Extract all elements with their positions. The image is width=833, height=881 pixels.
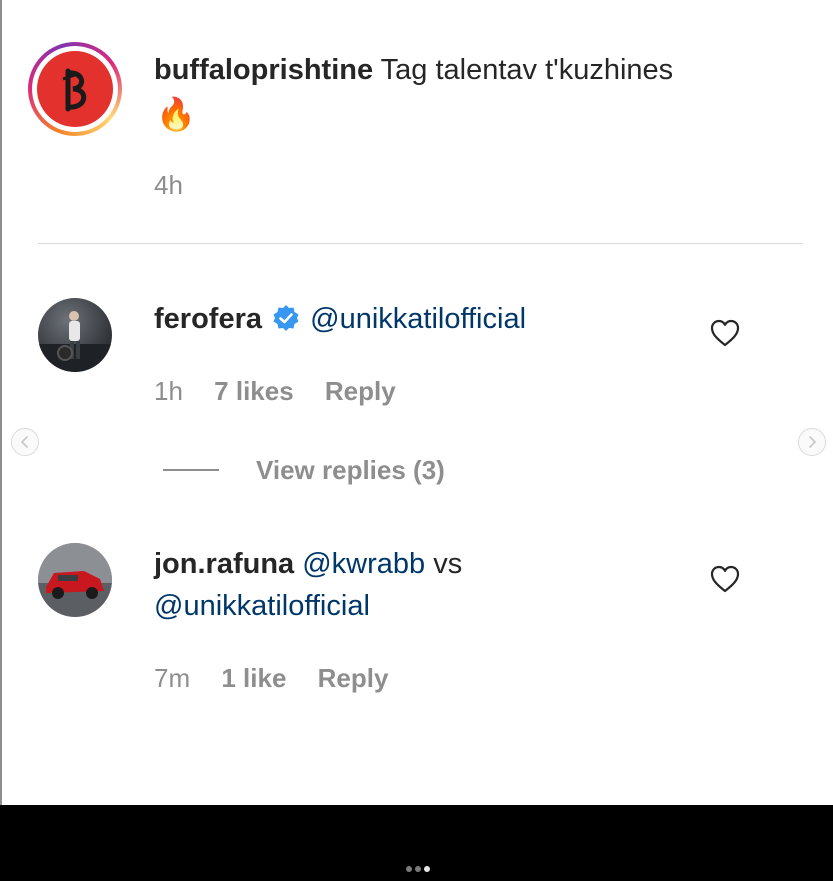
comment-1-timestamp: 1h bbox=[154, 376, 183, 406]
next-arrow-button[interactable] bbox=[798, 428, 826, 456]
carousel-dot-1[interactable] bbox=[406, 866, 412, 872]
comment-2-meta: 7m 1 like Reply bbox=[154, 663, 388, 694]
carousel-dot-2[interactable] bbox=[415, 866, 421, 872]
caption-username[interactable]: buffaloprishtine bbox=[154, 54, 373, 86]
jon-rafuna-avatar[interactable] bbox=[38, 543, 112, 617]
verified-badge-icon bbox=[272, 302, 300, 344]
comment-2-text: jon.rafuna @kwrabb vs @unikkatilofficial bbox=[154, 543, 714, 627]
caption-divider bbox=[38, 243, 803, 244]
caption-timestamp: 4h bbox=[154, 170, 183, 200]
comment-1-meta: 1h 7 likes Reply bbox=[154, 376, 396, 407]
comment-1-likes[interactable]: 7 likes bbox=[214, 376, 294, 406]
comment-2-reply-button[interactable]: Reply bbox=[318, 663, 389, 693]
comment-2-mention-1[interactable]: @kwrabb bbox=[302, 548, 425, 580]
caption-avatar[interactable] bbox=[28, 42, 122, 136]
comment-1-text: ferofera @unikkatilofficial bbox=[154, 298, 526, 344]
comment-2-likes[interactable]: 1 like bbox=[221, 663, 286, 693]
fire-emoji: 🔥 bbox=[156, 96, 196, 132]
comment-2-mention-2[interactable]: @unikkatilofficial bbox=[154, 590, 370, 622]
comment-1-heart-icon[interactable] bbox=[710, 319, 740, 347]
comment-1-username[interactable]: ferofera bbox=[154, 303, 262, 335]
chevron-left-icon bbox=[20, 436, 28, 448]
caption-text: buffaloprishtine Tag talentav t'kuzhines bbox=[154, 49, 804, 91]
comment-1-reply-button[interactable]: Reply bbox=[325, 376, 396, 406]
ferofera-avatar[interactable] bbox=[38, 298, 112, 372]
comment-2-heart-icon[interactable] bbox=[710, 565, 740, 593]
comment-1-mention[interactable]: @unikkatilofficial bbox=[310, 303, 526, 335]
chevron-right-icon bbox=[809, 436, 817, 448]
comment-2-timestamp: 7m bbox=[154, 663, 191, 693]
view-replies-line bbox=[163, 469, 219, 471]
prev-arrow-button[interactable] bbox=[11, 428, 39, 456]
comment-2-vs: vs bbox=[433, 548, 463, 580]
left-border bbox=[0, 0, 2, 805]
view-replies-button[interactable]: View replies (3) bbox=[256, 455, 445, 486]
comment-2-username[interactable]: jon.rafuna bbox=[154, 548, 294, 580]
carousel-dot-3[interactable] bbox=[424, 866, 430, 872]
brand-logo bbox=[37, 51, 113, 127]
caption-body: Tag talentav t'kuzhines bbox=[380, 54, 674, 86]
